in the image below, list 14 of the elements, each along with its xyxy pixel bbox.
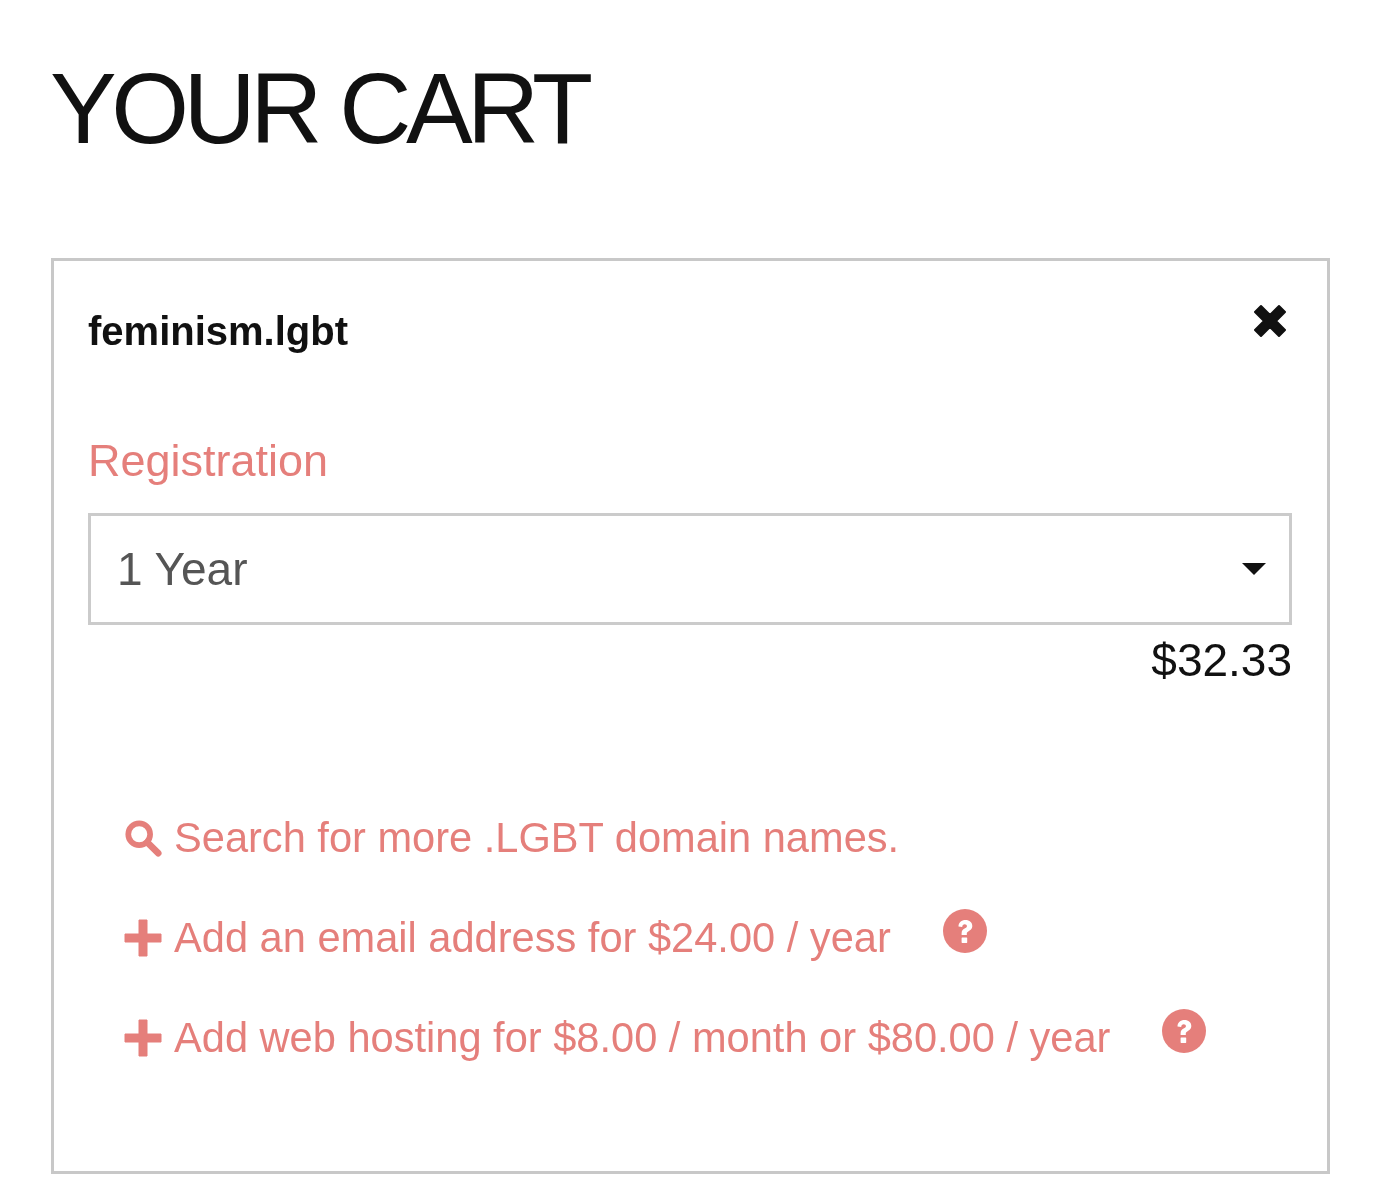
plus-icon (124, 919, 162, 957)
search-icon (124, 819, 162, 857)
search-link[interactable]: Search for more .LGBT domain names. (124, 814, 900, 862)
registration-label: Registration (88, 435, 329, 487)
term-select[interactable]: 1 Year (88, 513, 1292, 625)
plus-icon (124, 1019, 162, 1057)
help-icon[interactable] (1162, 1009, 1207, 1053)
add-link[interactable]: Add an email address for $24.00 / year (124, 914, 891, 962)
price: $32.33 (1151, 634, 1292, 686)
domain-name: feminism.lgbt (88, 308, 349, 354)
caret-icon (1242, 563, 1266, 575)
add-link[interactable]: Add web hosting for $8.00 / month or $80.00 / year (124, 1014, 1111, 1062)
help-icon[interactable] (942, 909, 987, 953)
page-title: YOUR CART (50, 53, 588, 163)
